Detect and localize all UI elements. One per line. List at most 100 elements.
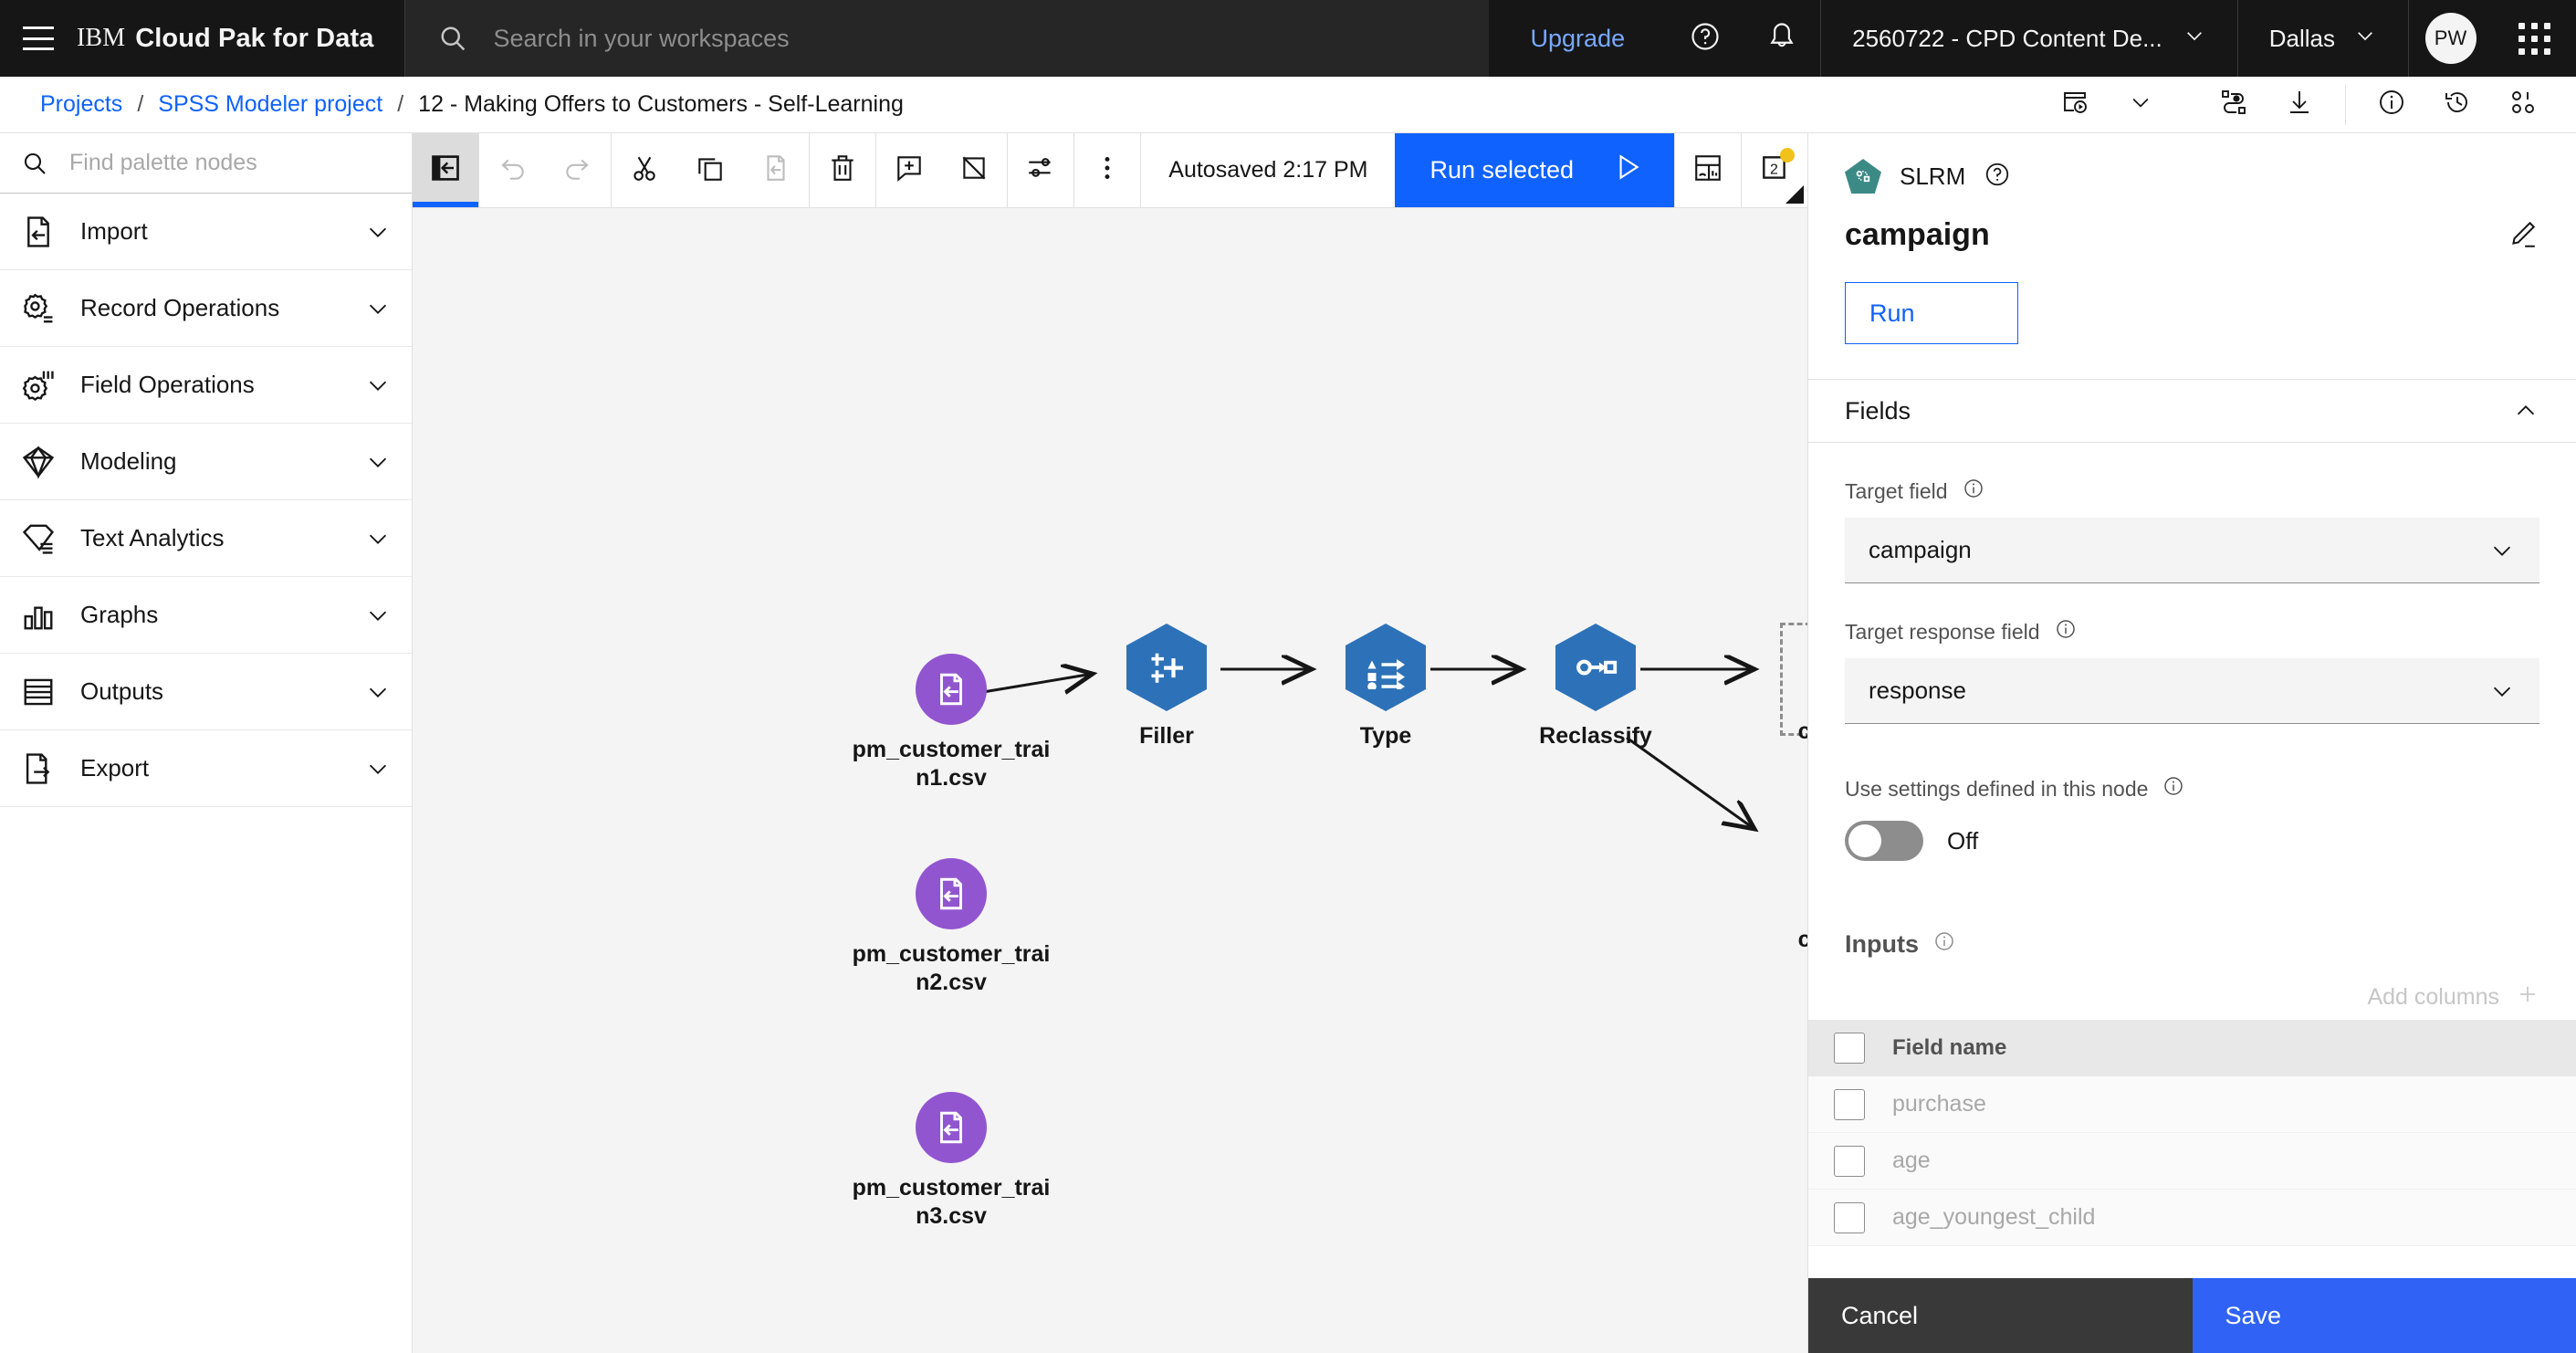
- history-button[interactable]: [2424, 77, 2490, 133]
- add-comment-button[interactable]: [876, 133, 942, 207]
- copy-icon: [695, 152, 726, 188]
- flow-relationship-button[interactable]: [2201, 77, 2267, 133]
- node-label: Type: [1359, 723, 1412, 749]
- target-field-select[interactable]: campaign: [1845, 518, 2539, 583]
- hamburger-menu-button[interactable]: [0, 0, 77, 77]
- node-pm-customer-train3[interactable]: pm_customer_train3.csv: [851, 1092, 1052, 1232]
- table-row[interactable]: age: [1808, 1133, 2576, 1190]
- global-search[interactable]: [404, 0, 1489, 77]
- run-flow-button[interactable]: [2042, 77, 2108, 133]
- use-settings-toggle[interactable]: [1845, 821, 1923, 861]
- palette-category-modeling[interactable]: Modeling: [0, 424, 412, 500]
- user-profile-button[interactable]: PW: [2408, 0, 2492, 77]
- information-button[interactable]: [2359, 77, 2424, 133]
- download-button[interactable]: [2267, 77, 2332, 133]
- target-field-value: campaign: [1869, 536, 1972, 563]
- breadcrumb-bar: Projects / SPSS Modeler project / 12 - M…: [0, 77, 2576, 133]
- undo-icon: [497, 152, 528, 188]
- target-response-field-value: response: [1869, 676, 1966, 704]
- select-all-checkbox[interactable]: [1834, 1033, 1865, 1064]
- properties-scroll-area[interactable]: SLRM campaign Run Fields Target field ca…: [1808, 133, 2576, 1353]
- upgrade-link[interactable]: Upgrade: [1489, 0, 1668, 77]
- palette-search-input[interactable]: [69, 150, 412, 176]
- disable-node-button[interactable]: [942, 133, 1008, 207]
- resize-handle-icon[interactable]: [1785, 185, 1804, 204]
- brand-title[interactable]: IBM Cloud Pak for Data: [77, 0, 404, 77]
- scissors-icon: [629, 152, 660, 188]
- search-input[interactable]: [493, 24, 1489, 53]
- notifications-button[interactable]: [1744, 0, 1820, 77]
- region-selector[interactable]: Dallas: [2236, 0, 2408, 77]
- palette-category-record-operations[interactable]: Record Operations: [0, 270, 412, 347]
- account-selector[interactable]: 2560722 - CPD Content De...: [1820, 0, 2237, 77]
- redo-button[interactable]: [545, 133, 611, 207]
- undo-button[interactable]: [479, 133, 545, 207]
- node-campaign-nugget[interactable]: campaign: [1751, 838, 1807, 954]
- cancel-button[interactable]: Cancel: [1808, 1278, 2193, 1353]
- record-operations-icon: [20, 290, 57, 327]
- palette-category-graphs[interactable]: Graphs: [0, 577, 412, 654]
- parameters-button[interactable]: [2490, 77, 2556, 133]
- toggle-knob: [1848, 824, 1881, 857]
- breadcrumb-separator: /: [137, 91, 144, 117]
- paste-button[interactable]: [743, 133, 809, 207]
- chevron-down-icon: [364, 218, 392, 246]
- overflow-menu-button[interactable]: [1074, 133, 1140, 207]
- run-selected-button[interactable]: Run selected: [1395, 133, 1675, 207]
- help-button[interactable]: [1667, 0, 1744, 77]
- edit-pencil-icon[interactable]: [2507, 219, 2539, 252]
- use-settings-label-row: Use settings defined in this node: [1845, 775, 2539, 802]
- chevron-down-icon: [2183, 24, 2206, 54]
- palette-category-field-operations[interactable]: Field Operations: [0, 347, 412, 424]
- fields-section-header[interactable]: Fields: [1808, 379, 2576, 443]
- breadcrumb-item-spss-modeler-project[interactable]: SPSS Modeler project: [158, 91, 382, 118]
- target-field-label-row: Target field: [1845, 477, 2539, 505]
- target-response-field-select[interactable]: response: [1845, 658, 2539, 724]
- table-row[interactable]: purchase: [1808, 1076, 2576, 1133]
- node-filler[interactable]: Filler: [1066, 624, 1267, 750]
- add-columns-button[interactable]: Add columns: [1845, 982, 2539, 1012]
- play-icon: [1612, 152, 1643, 189]
- breadcrumb-separator: /: [397, 91, 404, 117]
- node-type[interactable]: Type: [1285, 624, 1486, 750]
- chevron-down-icon: [2128, 89, 2153, 120]
- table-row[interactable]: age_youngest_child: [1808, 1190, 2576, 1246]
- help-icon[interactable]: [1984, 161, 2011, 193]
- palette-category-outputs[interactable]: Outputs: [0, 654, 412, 730]
- delete-button[interactable]: [810, 133, 875, 207]
- notifications-panel-button[interactable]: 2: [1742, 133, 1807, 207]
- app-switcher-button[interactable]: [2492, 0, 2576, 77]
- palette-category-text-analytics[interactable]: Text Analytics: [0, 500, 412, 577]
- toggle-palette-button[interactable]: [413, 133, 478, 207]
- node-reclassify[interactable]: Reclassify: [1495, 624, 1696, 750]
- link-n4-n6: [1626, 736, 1754, 829]
- run-options-chevron-button[interactable]: [2108, 77, 2173, 133]
- information-icon[interactable]: [1963, 477, 1984, 505]
- information-icon[interactable]: [2162, 775, 2184, 802]
- breadcrumb-item-projects[interactable]: Projects: [40, 91, 122, 118]
- node-title-row: campaign: [1845, 217, 2539, 253]
- use-settings-toggle-row: Off: [1845, 821, 2539, 861]
- outputs-panel-button[interactable]: [1675, 133, 1741, 207]
- palette-search[interactable]: [0, 133, 412, 194]
- palette-category-export[interactable]: Export: [0, 730, 412, 807]
- row-checkbox[interactable]: [1834, 1145, 1865, 1177]
- run-button[interactable]: Run: [1845, 282, 2018, 344]
- palette-category-import[interactable]: Import: [0, 194, 412, 270]
- row-checkbox[interactable]: [1834, 1201, 1865, 1233]
- cut-button[interactable]: [612, 133, 677, 207]
- run-selected-label: Run selected: [1429, 156, 1575, 184]
- flow-canvas[interactable]: pm_customer_train1.csv Filler Type Recla…: [413, 208, 1807, 1353]
- node-pm-customer-train1[interactable]: pm_customer_train1.csv: [851, 654, 1052, 793]
- copy-button[interactable]: [677, 133, 743, 207]
- information-icon[interactable]: [2055, 618, 2077, 645]
- node-pm-customer-train2[interactable]: pm_customer_train2.csv: [851, 858, 1052, 998]
- save-button[interactable]: Save: [2192, 1278, 2576, 1353]
- node-campaign-model[interactable]: campaign: [1751, 630, 1807, 746]
- autosave-status: Autosaved 2:17 PM: [1168, 157, 1368, 183]
- row-checkbox[interactable]: [1834, 1088, 1865, 1120]
- settings-button[interactable]: [1008, 133, 1073, 207]
- breadcrumb: Projects / SPSS Modeler project / 12 - M…: [40, 91, 904, 118]
- information-icon[interactable]: [1933, 930, 1955, 959]
- comment-add-icon: [894, 152, 925, 188]
